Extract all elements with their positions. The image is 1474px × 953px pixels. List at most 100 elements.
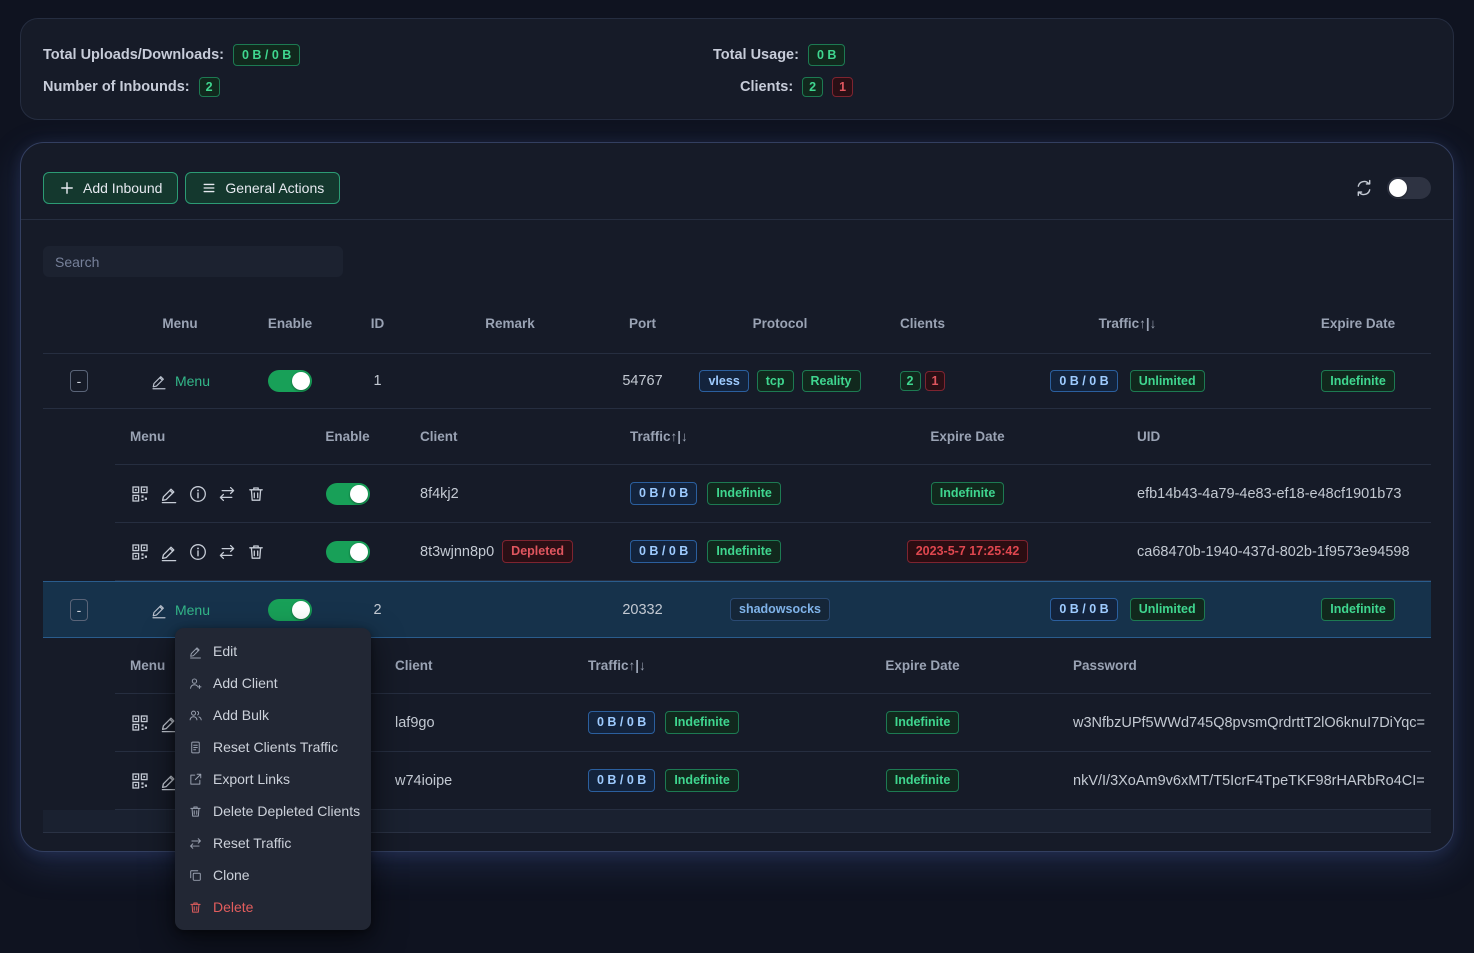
header-clients: Clients bbox=[875, 294, 970, 353]
client-name: laf9go bbox=[370, 694, 555, 751]
traffic-expire-badge: Indefinite bbox=[707, 482, 781, 505]
header-port: Port bbox=[600, 294, 685, 353]
table-header-row: Menu Enable ID Remark Port Protocol Clie… bbox=[43, 294, 1431, 354]
header-expire-date: Expire Date bbox=[1285, 294, 1431, 353]
context-menu-item-clone[interactable]: Clone bbox=[175, 859, 371, 891]
context-menu-item-export-links[interactable]: Export Links bbox=[175, 763, 371, 795]
client-name-group: 8t3wjnn8p0 Depleted bbox=[395, 523, 585, 580]
stat-value-badge: 0 B / 0 B bbox=[233, 44, 300, 67]
client-password: w3NfbzUPf5WWd745Q8pvsmQrdrttT2lO6knuI7Di… bbox=[1055, 694, 1431, 751]
subtable-header-row: Menu Enable Client Traffic↑|↓ Expire Dat… bbox=[115, 409, 1431, 465]
clients-subtable-1: Menu Enable Client Traffic↑|↓ Expire Dat… bbox=[115, 409, 1431, 581]
edit-icon bbox=[150, 372, 168, 390]
traffic-expire-badge: Indefinite bbox=[665, 711, 739, 734]
swap-icon bbox=[188, 836, 203, 851]
inbound-enable-toggle[interactable] bbox=[268, 370, 312, 392]
theme-toggle[interactable] bbox=[1387, 177, 1431, 199]
inbound-port: 20332 bbox=[600, 582, 685, 637]
traffic-limit-badge: Unlimited bbox=[1130, 370, 1205, 393]
stat-number-of-inbounds: Number of Inbounds: 2 bbox=[43, 77, 220, 98]
qr-code-icon[interactable] bbox=[130, 713, 150, 733]
collapse-row-button[interactable]: - bbox=[70, 370, 88, 392]
stat-label: Number of Inbounds: bbox=[43, 79, 190, 95]
inbound-context-menu: Edit Add Client Add Bulk Reset Clients T… bbox=[175, 628, 371, 930]
client-name: 8t3wjnn8p0 bbox=[420, 544, 494, 560]
stats-card: Total Uploads/Downloads: 0 B / 0 B Total… bbox=[20, 18, 1454, 120]
client-traffic: 0 B / 0 B Indefinite bbox=[555, 752, 790, 809]
user-add-icon bbox=[188, 676, 203, 691]
inbound-enable-toggle[interactable] bbox=[268, 599, 312, 621]
general-actions-button[interactable]: General Actions bbox=[185, 172, 340, 204]
qr-code-icon[interactable] bbox=[130, 771, 150, 791]
header-expand bbox=[43, 294, 115, 353]
context-menu-item-edit[interactable]: Edit bbox=[175, 635, 371, 667]
header-traffic-sortable[interactable]: Traffic↑|↓ bbox=[555, 638, 790, 693]
expire-badge: Indefinite bbox=[931, 482, 1005, 505]
expire-badge: Indefinite bbox=[886, 711, 960, 734]
header-protocol: Protocol bbox=[685, 294, 875, 353]
expire-badge: Indefinite bbox=[886, 769, 960, 792]
plus-icon bbox=[59, 180, 75, 196]
inbound-protocols: vless tcp Reality bbox=[685, 354, 875, 408]
toolbar: Add Inbound General Actions bbox=[21, 143, 1453, 220]
header-client: Client bbox=[370, 638, 555, 693]
reset-traffic-icon[interactable] bbox=[217, 484, 237, 504]
context-menu-item-reset-traffic[interactable]: Reset Traffic bbox=[175, 827, 371, 859]
inbound-traffic: 0 B / 0 B Unlimited bbox=[970, 582, 1285, 637]
stat-label: Clients: bbox=[740, 79, 793, 95]
inbound-row-1: - Menu 1 54767 vless tcp Reality bbox=[43, 354, 1431, 409]
context-menu-item-reset-clients-traffic[interactable]: Reset Clients Traffic bbox=[175, 731, 371, 763]
header-menu: Menu bbox=[115, 409, 300, 464]
depleted-badge: Depleted bbox=[502, 540, 573, 563]
traffic-badge: 0 B / 0 B bbox=[588, 769, 655, 792]
trash-icon[interactable] bbox=[246, 542, 266, 562]
trash-icon bbox=[188, 900, 203, 915]
traffic-expire-badge: Indefinite bbox=[707, 540, 781, 563]
context-menu-item-delete[interactable]: Delete bbox=[175, 891, 371, 923]
header-enable: Enable bbox=[245, 294, 335, 353]
users-icon bbox=[188, 708, 203, 723]
toggle-knob bbox=[292, 372, 310, 390]
inbounds-page: Total Uploads/Downloads: 0 B / 0 B Total… bbox=[0, 0, 1474, 953]
inbound-id: 1 bbox=[335, 354, 420, 408]
trash-icon bbox=[188, 804, 203, 819]
client-uid: ca68470b-1940-437d-802b-1f9573e94598 bbox=[1125, 523, 1431, 580]
inbound-menu-button[interactable]: Menu bbox=[150, 372, 210, 390]
header-traffic-sortable[interactable]: Traffic↑|↓ bbox=[970, 294, 1285, 353]
header-remark: Remark bbox=[420, 294, 600, 353]
edit-icon bbox=[150, 601, 168, 619]
header-id: ID bbox=[335, 294, 420, 353]
context-menu-item-add-bulk[interactable]: Add Bulk bbox=[175, 699, 371, 731]
refresh-icon[interactable] bbox=[1354, 178, 1374, 198]
edit-icon[interactable] bbox=[159, 542, 179, 562]
clients-active-badge: 2 bbox=[802, 77, 823, 98]
search-input[interactable] bbox=[43, 246, 343, 277]
info-icon[interactable] bbox=[188, 542, 208, 562]
inbound-menu-button[interactable]: Menu bbox=[150, 601, 210, 619]
client-traffic: 0 B / 0 B Indefinite bbox=[585, 523, 810, 580]
protocol-badge: vless bbox=[699, 370, 748, 393]
copy-icon bbox=[188, 868, 203, 883]
header-traffic-sortable[interactable]: Traffic↑|↓ bbox=[585, 409, 810, 464]
context-menu-item-add-client[interactable]: Add Client bbox=[175, 667, 371, 699]
clients-depleted-badge: 1 bbox=[832, 77, 853, 98]
client-enable-toggle[interactable] bbox=[326, 541, 370, 563]
stat-clients: Clients: 2 1 bbox=[740, 71, 853, 103]
reset-traffic-icon[interactable] bbox=[217, 542, 237, 562]
info-icon[interactable] bbox=[188, 484, 208, 504]
header-expire-date: Expire Date bbox=[790, 638, 1055, 693]
edit-icon[interactable] bbox=[159, 484, 179, 504]
client-enable-toggle[interactable] bbox=[326, 483, 370, 505]
qr-code-icon[interactable] bbox=[130, 484, 150, 504]
traffic-badge: 0 B / 0 B bbox=[1050, 370, 1117, 393]
add-inbound-button[interactable]: Add Inbound bbox=[43, 172, 178, 204]
stat-total-uploads-downloads: Total Uploads/Downloads: 0 B / 0 B bbox=[43, 44, 300, 67]
context-menu-item-delete-depleted-clients[interactable]: Delete Depleted Clients bbox=[175, 795, 371, 827]
inbound-clients-count bbox=[875, 582, 970, 637]
header-uid: UID bbox=[1125, 409, 1431, 464]
trash-icon[interactable] bbox=[246, 484, 266, 504]
protocol-badge: tcp bbox=[757, 370, 794, 393]
collapse-row-button[interactable]: - bbox=[70, 599, 88, 621]
expire-badge: Indefinite bbox=[1321, 370, 1395, 393]
qr-code-icon[interactable] bbox=[130, 542, 150, 562]
